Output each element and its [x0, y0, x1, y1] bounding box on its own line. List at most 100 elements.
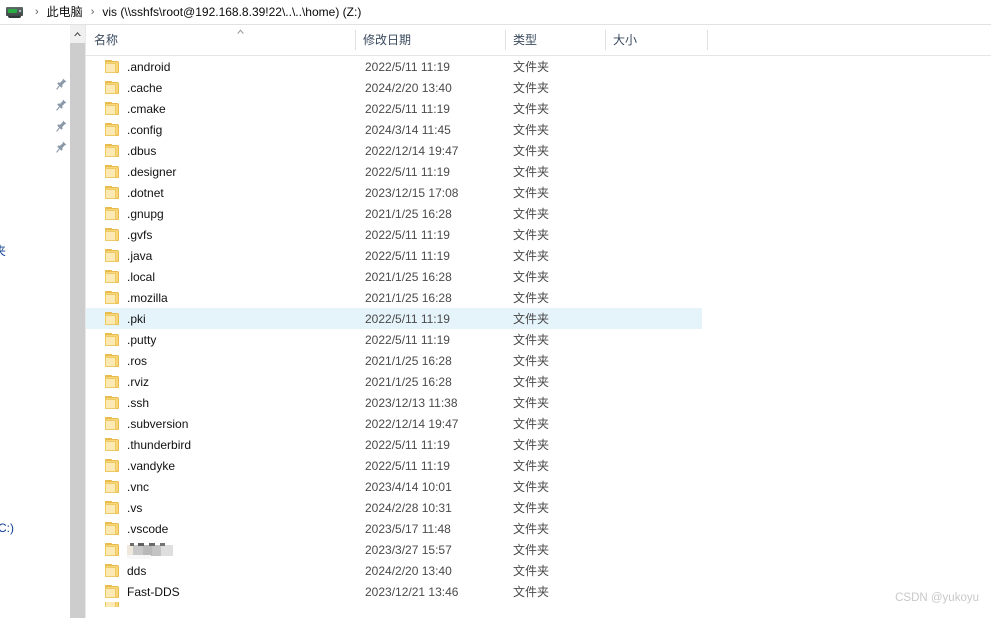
cell-date-modified: 2021/1/25 16:28: [365, 290, 452, 305]
folder-icon: [105, 249, 120, 262]
cell-date-modified: 2022/5/11 11:19: [365, 59, 450, 74]
table-row[interactable]: .thunderbird 2022/5/11 11:19 文件夹: [86, 434, 991, 455]
file-name-label: .vscode: [127, 521, 169, 536]
cell-type: 文件夹: [513, 249, 550, 263]
cell-type: 文件夹: [513, 543, 550, 557]
table-row[interactable]: 2023/3/27 15:57 文件夹: [86, 539, 991, 560]
network-drive-icon: [6, 5, 23, 19]
file-name-label: .android: [127, 59, 171, 74]
column-header-date-modified[interactable]: 修改日期: [355, 25, 505, 55]
folder-icon: [105, 270, 120, 283]
table-row[interactable]: [86, 602, 991, 607]
table-row[interactable]: .vandyke 2022/5/11 11:19 文件夹: [86, 455, 991, 476]
cell-name: .thunderbird: [86, 438, 355, 452]
cell-name: .local: [86, 270, 355, 284]
table-row[interactable]: .dotnet 2023/12/15 17:08 文件夹: [86, 182, 991, 203]
table-row[interactable]: .cache 2024/2/20 13:40 文件夹: [86, 77, 991, 98]
table-row[interactable]: .ros 2021/1/25 16:28 文件夹: [86, 350, 991, 371]
cell-date-modified: 2024/2/20 13:40: [365, 80, 452, 95]
file-list-view: 名称 修改日期 类型 大小 .android 2022/5/11 11:19 文件夹…: [86, 25, 991, 618]
cell-date-modified: 2023/3/27 15:57: [365, 542, 452, 557]
file-name-label: .thunderbird: [127, 437, 192, 452]
address-bar[interactable]: › 此电脑 › vis (\\sshfs\root@192.168.8.39!2…: [0, 0, 991, 25]
breadcrumb-segment-this-pc[interactable]: 此电脑: [45, 0, 85, 25]
cell-date-modified: 2024/3/14 11:45: [365, 122, 451, 137]
pin-icon[interactable]: [56, 141, 67, 153]
table-row[interactable]: .vnc 2023/4/14 10:01 文件夹: [86, 476, 991, 497]
cell-name: .vandyke: [86, 459, 355, 473]
cell-date-modified: 2023/12/15 17:08: [365, 185, 459, 200]
folder-icon: [105, 354, 120, 367]
table-row[interactable]: .designer 2022/5/11 11:19 文件夹: [86, 161, 991, 182]
cell-type: 文件夹: [513, 270, 550, 284]
cell-date-modified: 2021/1/25 16:28: [365, 374, 452, 389]
cell-name: [86, 602, 355, 607]
file-name-label: .cache: [127, 80, 163, 95]
breadcrumb-separator-1[interactable]: ›: [29, 0, 45, 25]
cell-type: 文件夹: [513, 564, 550, 578]
table-row[interactable]: .android 2022/5/11 11:19 文件夹: [86, 56, 991, 77]
folder-icon: [105, 585, 120, 598]
breadcrumb-segment-current-folder[interactable]: vis (\\sshfs\root@192.168.8.39!22\..\..\…: [100, 0, 363, 25]
column-header-row: 名称 修改日期 类型 大小: [86, 25, 991, 56]
file-name-label: .vnc: [127, 479, 150, 494]
table-row[interactable]: dds 2024/2/20 13:40 文件夹: [86, 560, 991, 581]
table-row[interactable]: Fast-DDS 2023/12/21 13:46 文件夹: [86, 581, 991, 602]
cell-date-modified: 2021/1/25 16:28: [365, 269, 452, 284]
table-row[interactable]: .java 2022/5/11 11:19 文件夹: [86, 245, 991, 266]
file-name-label: .rviz: [127, 374, 149, 389]
pin-icon[interactable]: [56, 120, 67, 132]
column-header-name[interactable]: 名称: [86, 25, 355, 55]
scrollbar-thumb[interactable]: [70, 43, 85, 618]
nav-item-label-clipped[interactable]: 夹: [0, 242, 6, 259]
table-row[interactable]: .config 2024/3/14 11:45 文件夹: [86, 119, 991, 140]
cell-name: .ros: [86, 354, 355, 368]
folder-icon: [105, 228, 120, 241]
sort-ascending-caret-icon: [235, 28, 246, 35]
navigation-pane-scrollbar[interactable]: [70, 25, 86, 618]
table-row[interactable]: .ssh 2023/12/13 11:38 文件夹: [86, 392, 991, 413]
cell-type: 文件夹: [513, 123, 550, 137]
table-row[interactable]: .pki 2022/5/11 11:19 文件夹: [86, 308, 991, 329]
cell-type: 文件夹: [513, 585, 550, 599]
table-row[interactable]: .mozilla 2021/1/25 16:28 文件夹: [86, 287, 991, 308]
cell-type: 文件夹: [513, 144, 550, 158]
table-row[interactable]: .local 2021/1/25 16:28 文件夹: [86, 266, 991, 287]
pin-icon[interactable]: [56, 99, 67, 111]
cell-type: 文件夹: [513, 396, 550, 410]
file-name-label: .vs: [127, 500, 143, 515]
table-row[interactable]: .vscode 2023/5/17 11:48 文件夹: [86, 518, 991, 539]
file-name-label: .gnupg: [127, 206, 164, 221]
breadcrumb-separator-2[interactable]: ›: [85, 0, 101, 25]
cell-name: .gvfs: [86, 228, 355, 242]
scroll-up-button[interactable]: [70, 25, 85, 42]
cell-date-modified: 2022/5/11 11:19: [365, 164, 450, 179]
table-row[interactable]: .dbus 2022/12/14 19:47 文件夹: [86, 140, 991, 161]
cell-type: 文件夹: [513, 501, 550, 515]
table-row[interactable]: .cmake 2022/5/11 11:19 文件夹: [86, 98, 991, 119]
pin-icon[interactable]: [56, 78, 67, 90]
cell-name: .subversion: [86, 417, 355, 431]
folder-icon: [105, 144, 120, 157]
table-row[interactable]: .vs 2024/2/28 10:31 文件夹: [86, 497, 991, 518]
cell-name: .dotnet: [86, 186, 355, 200]
file-rows-container: .android 2022/5/11 11:19 文件夹 .cache 2024/2/2…: [86, 56, 991, 607]
nav-item-label-clipped[interactable]: (C:): [0, 521, 14, 535]
column-header-size[interactable]: 大小: [605, 25, 705, 55]
cell-date-modified: 2023/5/17 11:48: [365, 521, 451, 536]
table-row[interactable]: .rviz 2021/1/25 16:28 文件夹: [86, 371, 991, 392]
cell-type: 文件夹: [513, 291, 550, 305]
navigation-pane: 夹(C:)): [0, 25, 70, 618]
table-row[interactable]: .gvfs 2022/5/11 11:19 文件夹: [86, 224, 991, 245]
cell-type: 文件夹: [513, 186, 550, 200]
file-name-label: .java: [127, 248, 153, 263]
column-divider-4[interactable]: [707, 30, 708, 50]
table-row[interactable]: .putty 2022/5/11 11:19 文件夹: [86, 329, 991, 350]
folder-icon: [105, 312, 120, 325]
folder-icon: [105, 501, 120, 514]
cell-name: dds: [86, 564, 355, 578]
table-row[interactable]: .subversion 2022/12/14 19:47 文件夹: [86, 413, 991, 434]
folder-icon: [105, 186, 120, 199]
table-row[interactable]: .gnupg 2021/1/25 16:28 文件夹: [86, 203, 991, 224]
column-header-type[interactable]: 类型: [505, 25, 605, 55]
